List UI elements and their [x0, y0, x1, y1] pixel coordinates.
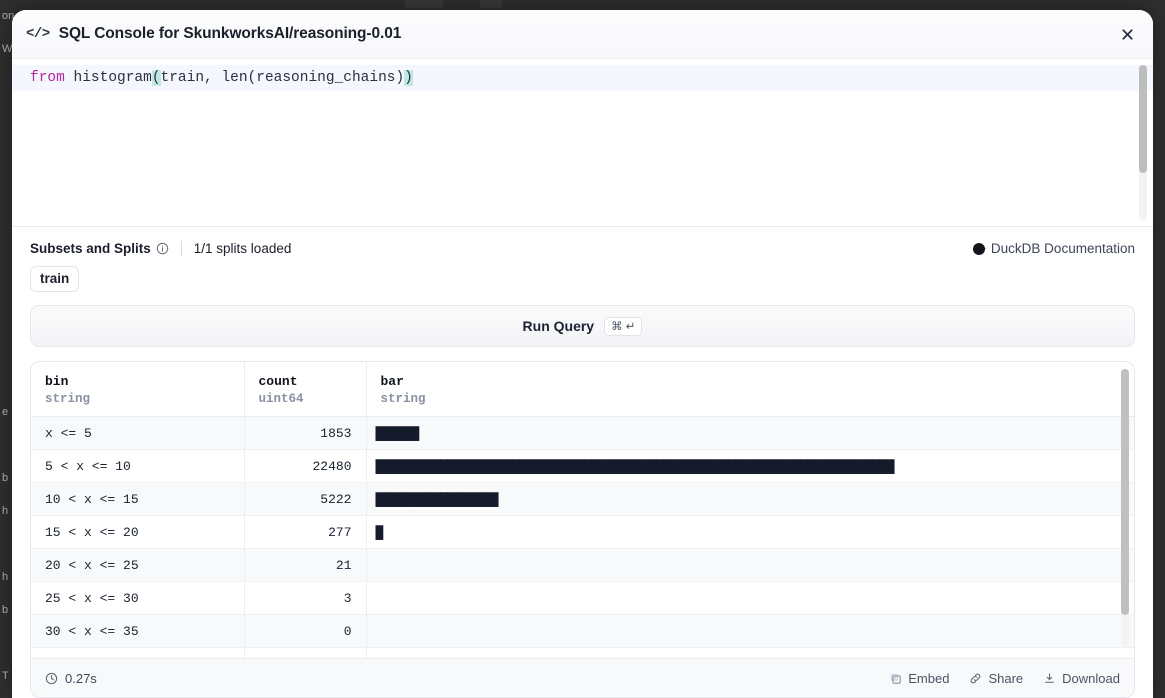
- modal-header: </> SQL Console for SkunkworksAI/reasoni…: [12, 10, 1153, 59]
- cell-bar: ██████: [366, 417, 1134, 450]
- embed-button[interactable]: Embed: [889, 671, 949, 686]
- link-icon: [969, 672, 982, 685]
- duckdb-documentation-link[interactable]: DuckDB Documentation: [973, 241, 1135, 256]
- cell-bin: 25 < x <= 30: [31, 582, 244, 615]
- code-icon: </>: [26, 26, 50, 42]
- table-header-row: bin string count uint64 bar string: [31, 362, 1134, 417]
- table-row[interactable]: 10 < x <= 155222 █████████████████: [31, 483, 1134, 516]
- sql-open-paren: (: [152, 70, 161, 86]
- column-type: string: [45, 392, 230, 406]
- column-type: uint64: [259, 392, 352, 406]
- cell-bar: [366, 549, 1134, 582]
- table-row[interactable]: x <= 51853 ██████: [31, 417, 1134, 450]
- close-icon: [1120, 27, 1135, 42]
- results-scrollport: bin string count uint64 bar string x: [31, 362, 1134, 658]
- cell-bar: [366, 648, 1134, 659]
- info-icon[interactable]: [156, 242, 169, 255]
- cell-count: 277: [244, 516, 366, 549]
- cell-bar: █: [366, 516, 1134, 549]
- query-timing-value: 0.27s: [65, 671, 97, 686]
- bar-glyphs: ██████: [376, 426, 419, 441]
- editor-scrollbar[interactable]: [1139, 65, 1147, 221]
- bar-glyphs: █████████████████: [376, 492, 498, 507]
- download-label: Download: [1062, 671, 1120, 686]
- clock-icon: [45, 672, 58, 685]
- cell-bin: 30 < x <= 35: [31, 615, 244, 648]
- cell-bin: 20 < x <= 25: [31, 549, 244, 582]
- column-header-count[interactable]: count uint64: [244, 362, 366, 417]
- sql-code: histogram: [65, 70, 152, 86]
- close-button[interactable]: [1113, 20, 1141, 48]
- cell-bin: 5 < x <= 10: [31, 450, 244, 483]
- cell-bin: 15 < x <= 20: [31, 516, 244, 549]
- backdrop-chip: [405, 0, 443, 8]
- results-panel: bin string count uint64 bar string x: [30, 361, 1135, 698]
- download-button[interactable]: Download: [1043, 671, 1120, 686]
- share-label: Share: [988, 671, 1023, 686]
- column-name: bin: [45, 374, 230, 389]
- cell-bar: [366, 582, 1134, 615]
- results-table: bin string count uint64 bar string x: [31, 362, 1134, 658]
- table-row[interactable]: 30 < x <= 350: [31, 615, 1134, 648]
- column-type: string: [381, 392, 1121, 406]
- cell-bin: x <= 5: [31, 417, 244, 450]
- backdrop-toolbar: [0, 0, 1165, 10]
- results-scrollbar-thumb[interactable]: [1121, 369, 1129, 615]
- sql-editor-line[interactable]: from histogram(train, len(reasoning_chai…: [12, 65, 1153, 91]
- column-header-bar[interactable]: bar string: [366, 362, 1134, 417]
- split-chip-train[interactable]: train: [30, 266, 79, 292]
- table-row[interactable]: 25 < x <= 303: [31, 582, 1134, 615]
- cell-count: 5222: [244, 483, 366, 516]
- backdrop-chip: [480, 0, 502, 8]
- cell-count: 0: [244, 648, 366, 659]
- sql-editor[interactable]: from histogram(train, len(reasoning_chai…: [12, 59, 1153, 227]
- divider: [181, 241, 182, 256]
- editor-scrollbar-thumb[interactable]: [1139, 65, 1147, 173]
- sql-close-paren: ): [404, 70, 413, 86]
- cell-bar: █████████████████: [366, 483, 1134, 516]
- subsets-label: Subsets and Splits: [30, 241, 151, 256]
- run-query-button[interactable]: Run Query ⌘ ↵: [30, 305, 1135, 347]
- cell-bin: 10 < x <= 15: [31, 483, 244, 516]
- sql-console-modal: </> SQL Console for SkunkworksAI/reasoni…: [12, 10, 1153, 698]
- results-table-head: bin string count uint64 bar string: [31, 362, 1134, 417]
- cell-count: 21: [244, 549, 366, 582]
- column-name: bar: [381, 374, 1121, 389]
- run-query-row: Run Query ⌘ ↵: [12, 292, 1153, 347]
- table-row[interactable]: 15 < x <= 20277 █: [31, 516, 1134, 549]
- table-row[interactable]: 20 < x <= 2521: [31, 549, 1134, 582]
- share-button[interactable]: Share: [969, 671, 1023, 686]
- splits-loaded-status: 1/1 splits loaded: [194, 241, 292, 256]
- cell-count: 22480: [244, 450, 366, 483]
- splits-chip-row: train: [12, 256, 1153, 292]
- results-footer: 0.27s Embed: [31, 658, 1134, 697]
- column-name: count: [259, 374, 352, 389]
- sql-keyword: from: [30, 70, 65, 86]
- bar-glyphs: ████████████████████████████████████████…: [376, 459, 895, 474]
- duckdb-icon: [973, 243, 985, 255]
- footer-actions: Embed Share: [889, 671, 1120, 686]
- table-row[interactable]: 35 < x <= 400: [31, 648, 1134, 659]
- query-timing: 0.27s: [45, 671, 97, 686]
- sql-code-middle: train, len(reasoning_chains): [161, 70, 405, 86]
- embed-label: Embed: [908, 671, 949, 686]
- results-scrollbar[interactable]: [1121, 369, 1129, 647]
- table-row[interactable]: 5 < x <= 1022480 ████████████████████████…: [31, 450, 1134, 483]
- cell-bin: 35 < x <= 40: [31, 648, 244, 659]
- embed-icon: [889, 672, 902, 685]
- run-query-label: Run Query: [523, 318, 595, 334]
- page-title: SQL Console for SkunkworksAI/reasoning-0…: [59, 25, 402, 43]
- cell-bar: ████████████████████████████████████████…: [366, 450, 1134, 483]
- download-icon: [1043, 672, 1056, 685]
- results-table-body: x <= 51853██████5 < x <= 1022480████████…: [31, 417, 1134, 659]
- cell-count: 3: [244, 582, 366, 615]
- cell-count: 0: [244, 615, 366, 648]
- bar-glyphs: █: [376, 525, 383, 540]
- run-query-shortcut: ⌘ ↵: [604, 317, 642, 336]
- cell-count: 1853: [244, 417, 366, 450]
- cell-bar: [366, 615, 1134, 648]
- column-header-bin[interactable]: bin string: [31, 362, 244, 417]
- duckdb-documentation-label: DuckDB Documentation: [991, 241, 1135, 256]
- subsets-and-splits-bar: Subsets and Splits 1/1 splits loaded Duc…: [12, 227, 1153, 256]
